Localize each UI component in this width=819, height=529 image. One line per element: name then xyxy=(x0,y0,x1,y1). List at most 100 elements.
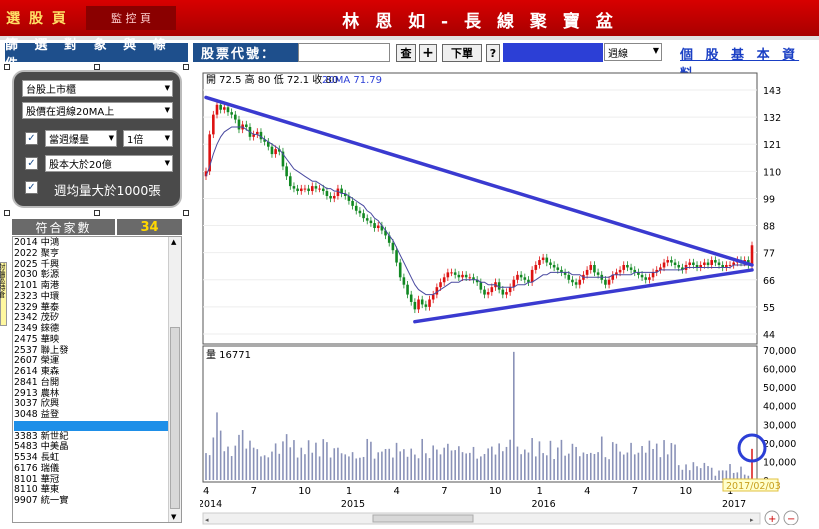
stock-list-item[interactable]: 2022 聚亨 xyxy=(14,248,169,260)
resize-handle[interactable] xyxy=(4,64,10,70)
side-tab[interactable]: 討論區持倉 xyxy=(0,262,7,326)
volume-bar xyxy=(417,458,420,480)
candle-body xyxy=(571,279,574,283)
scroll-right-icon[interactable]: ▸ xyxy=(750,516,754,524)
chart-scrollbar[interactable] xyxy=(202,512,761,525)
resize-handle[interactable] xyxy=(183,64,189,70)
volume-bar xyxy=(274,443,277,480)
volume-condition-select[interactable]: 當週爆量 ▼ xyxy=(45,130,117,147)
candle-body xyxy=(351,200,354,206)
volume-bar xyxy=(710,467,713,480)
volume-bar xyxy=(392,457,394,480)
volume-tick-label: 60,000 xyxy=(763,365,796,376)
scroll-left-icon[interactable]: ◂ xyxy=(205,516,209,524)
volume-multiple-select[interactable]: 1倍 ▼ xyxy=(123,130,173,147)
scroll-up-icon[interactable]: ▲ xyxy=(171,238,176,246)
order-button[interactable]: 下單 xyxy=(442,44,482,62)
candle-body xyxy=(692,262,695,265)
volume-bar xyxy=(524,449,526,480)
candle-body xyxy=(446,272,450,278)
resize-handle[interactable] xyxy=(94,64,100,70)
volume-info: 量 16771 xyxy=(206,349,251,361)
volume-bar xyxy=(648,440,651,480)
volume-bar xyxy=(545,455,548,480)
volume-checkbox[interactable]: ✓ xyxy=(25,132,38,145)
list-scrollbar[interactable]: ▲ ▼ xyxy=(168,237,181,522)
candle-body xyxy=(288,176,292,187)
capital-select[interactable]: 股本大於20億 ▼ xyxy=(45,155,173,172)
volume-bar xyxy=(703,462,706,480)
market-select[interactable]: 台股上市櫃 ▼ xyxy=(22,80,173,97)
x-tick-label: 7 xyxy=(632,486,638,497)
candle-body xyxy=(578,279,582,285)
price-tick-label: 110 xyxy=(763,167,781,178)
tab-monitor[interactable]: 監 控 頁 xyxy=(86,6,176,30)
scroll-down-icon[interactable]: ▼ xyxy=(171,513,176,521)
resize-handle[interactable] xyxy=(94,210,100,216)
volume-tick-label: 40,000 xyxy=(763,402,796,413)
candle-body xyxy=(424,304,428,307)
candle-body xyxy=(365,218,369,221)
query-button[interactable]: 查 xyxy=(396,44,416,62)
stock-list-item[interactable]: 2841 台開 xyxy=(14,377,169,389)
ma-condition-select[interactable]: 股價在週線20MA上 ▼ xyxy=(22,102,173,119)
tab-stock-select[interactable]: 選 股 頁 xyxy=(6,4,68,32)
stock-list-item[interactable]: 3048 益登 xyxy=(14,409,169,421)
resize-handle[interactable] xyxy=(183,210,189,216)
volume-bar xyxy=(699,468,702,480)
candle-body xyxy=(714,260,717,263)
basic-info-link[interactable]: 個 股 基 本 資 料 xyxy=(680,44,810,82)
candle-body xyxy=(541,257,545,261)
volume-bar xyxy=(611,442,614,480)
candle-body xyxy=(585,269,589,275)
volume-bar xyxy=(425,453,427,480)
volume-bar xyxy=(564,455,566,480)
period-select[interactable]: 週線 ▼ xyxy=(604,43,662,61)
volume-bar xyxy=(285,434,288,480)
stock-list-item[interactable]: 9907 統一實 xyxy=(14,495,169,507)
candle-body xyxy=(688,262,692,265)
stock-list-item[interactable]: 6176 瑞儀 xyxy=(14,463,169,475)
stock-code-label: 股票代號： xyxy=(193,43,298,62)
stock-list-item[interactable] xyxy=(14,420,169,432)
stock-code-input[interactable] xyxy=(298,43,390,62)
resize-handle[interactable] xyxy=(4,210,10,216)
candle-body xyxy=(409,294,413,302)
volume-bar xyxy=(593,454,596,480)
candle-body xyxy=(519,274,523,278)
capital-checkbox[interactable]: ✓ xyxy=(25,157,38,170)
candle-body xyxy=(501,289,505,295)
stock-list-item[interactable]: 2475 華映 xyxy=(14,334,169,346)
volume-bar xyxy=(487,448,489,480)
chart-scroll-thumb[interactable] xyxy=(372,514,474,523)
volume-bar xyxy=(293,440,295,480)
candle-body xyxy=(523,277,527,280)
stock-list-item[interactable]: 2323 中環 xyxy=(14,291,169,303)
candle-body xyxy=(574,282,578,285)
volume-multiple-value: 1倍 xyxy=(127,135,144,146)
candle-body xyxy=(596,272,600,275)
year-label: 2017 xyxy=(722,499,746,510)
volume-bar xyxy=(241,430,244,480)
volume-bar xyxy=(615,443,618,480)
add-button[interactable]: + xyxy=(419,44,437,62)
stock-name-display xyxy=(503,43,603,62)
help-button[interactable]: ? xyxy=(486,44,500,62)
volume-bar xyxy=(260,456,262,480)
volume-bar xyxy=(238,434,240,480)
volume-bar xyxy=(556,447,559,480)
volume-bar xyxy=(381,451,383,480)
candle-body xyxy=(354,205,358,211)
candle-body xyxy=(508,287,512,293)
volume-bar xyxy=(388,448,391,480)
weekly-volume-checkbox[interactable]: ✓ xyxy=(25,181,38,194)
candle-body xyxy=(321,188,325,192)
volume-bar xyxy=(516,446,519,480)
volume-bar xyxy=(289,447,292,480)
year-label: 2015 xyxy=(341,499,365,510)
candle-body xyxy=(307,188,310,192)
price-info: 開 72.5 高 80 低 72.1 收 80 xyxy=(206,73,338,86)
scroll-thumb[interactable] xyxy=(170,327,180,509)
candle-body xyxy=(303,188,307,190)
volume-bar xyxy=(531,438,533,480)
